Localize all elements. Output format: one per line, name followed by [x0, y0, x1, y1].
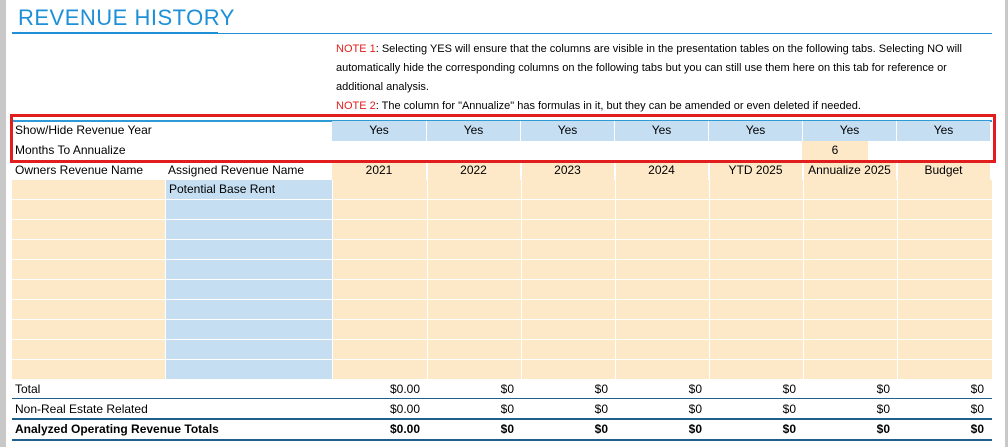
- col-header-budget: Budget: [896, 161, 990, 181]
- non-real-estate-label: Non-Real Estate Related: [15, 402, 148, 416]
- total-2024: $0: [688, 382, 702, 396]
- assigned-revenue-header: Assigned Revenue Name: [168, 163, 305, 177]
- analyzed-totals-label: Analyzed Operating Revenue Totals: [15, 422, 219, 436]
- col-header-2023: 2023: [520, 161, 614, 181]
- notes-block: NOTE 1: Selecting YES will ensure that t…: [336, 40, 988, 116]
- title-rule: [12, 33, 992, 34]
- column-header-row: Owners Revenue Name Assigned Revenue Nam…: [12, 161, 992, 181]
- show-hide-2023[interactable]: Yes: [520, 121, 614, 141]
- show-hide-2021[interactable]: Yes: [332, 121, 426, 141]
- total-2023: $0: [594, 382, 608, 396]
- total-annualize-2025: $0: [876, 382, 890, 396]
- col-header-ytd-2025: YTD 2025: [708, 161, 802, 181]
- non-re-budget: $0: [970, 402, 984, 416]
- analyzed-ytd-2025: $0: [782, 422, 796, 436]
- analyzed-budget: $0: [970, 422, 984, 436]
- months-annualize-row: Months To Annualize 6: [12, 141, 992, 161]
- non-re-annualize-2025: $0: [876, 402, 890, 416]
- non-real-estate-row: Non-Real Estate Related $0.00 $0 $0 $0 $…: [12, 399, 992, 419]
- non-re-ytd-2025: $0: [782, 402, 796, 416]
- show-hide-2022[interactable]: Yes: [426, 121, 520, 141]
- note2-tag: NOTE 2: [336, 100, 376, 112]
- note2-text: : The column for "Annualize" has formula…: [375, 100, 861, 112]
- analyzed-2024: $0: [688, 422, 702, 436]
- total-2021: $0.00: [389, 382, 420, 396]
- col-header-annualize-2025: Annualize 2025: [802, 161, 896, 181]
- assigned-revenue-first: Potential Base Rent: [169, 182, 276, 196]
- analyzed-annualize-2025: $0: [876, 422, 890, 436]
- left-scroll-edge: [0, 0, 6, 447]
- non-re-2021: $0.00: [389, 402, 420, 416]
- owners-revenue-header: Owners Revenue Name: [15, 163, 144, 177]
- analyzed-totals-row: Analyzed Operating Revenue Totals $0.00 …: [12, 419, 992, 439]
- col-header-2024: 2024: [614, 161, 708, 181]
- non-re-2023: $0: [594, 402, 608, 416]
- total-label: Total: [15, 382, 41, 396]
- show-hide-2024[interactable]: Yes: [614, 121, 708, 141]
- months-annualize-input[interactable]: 6: [802, 141, 868, 161]
- col-header-2021: 2021: [332, 161, 426, 181]
- show-hide-row: Show/Hide Revenue Year Yes Yes Yes Yes Y…: [12, 121, 992, 141]
- non-re-2024: $0: [688, 402, 702, 416]
- note1-text: : Selecting YES will ensure that the col…: [336, 43, 962, 93]
- col-header-2022: 2022: [426, 161, 520, 181]
- show-hide-annualize-2025[interactable]: Yes: [802, 121, 896, 141]
- total-budget: $0: [970, 382, 984, 396]
- show-hide-budget[interactable]: Yes: [896, 121, 990, 141]
- total-2022: $0: [500, 382, 514, 396]
- analyzed-2023: $0: [594, 422, 608, 436]
- page-title: REVENUE HISTORY: [18, 5, 235, 30]
- non-re-2022: $0: [500, 402, 514, 416]
- show-hide-ytd-2025[interactable]: Yes: [708, 121, 802, 141]
- show-hide-label: Show/Hide Revenue Year: [15, 123, 152, 137]
- total-row: Total $0.00 $0 $0 $0 $0 $0 $0: [12, 379, 992, 399]
- analyzed-2021: $0.00: [389, 422, 420, 436]
- months-annualize-label: Months To Annualize: [15, 143, 126, 157]
- total-ytd-2025: $0: [782, 382, 796, 396]
- analyzed-2022: $0: [500, 422, 514, 436]
- note1-tag: NOTE 1: [336, 43, 376, 55]
